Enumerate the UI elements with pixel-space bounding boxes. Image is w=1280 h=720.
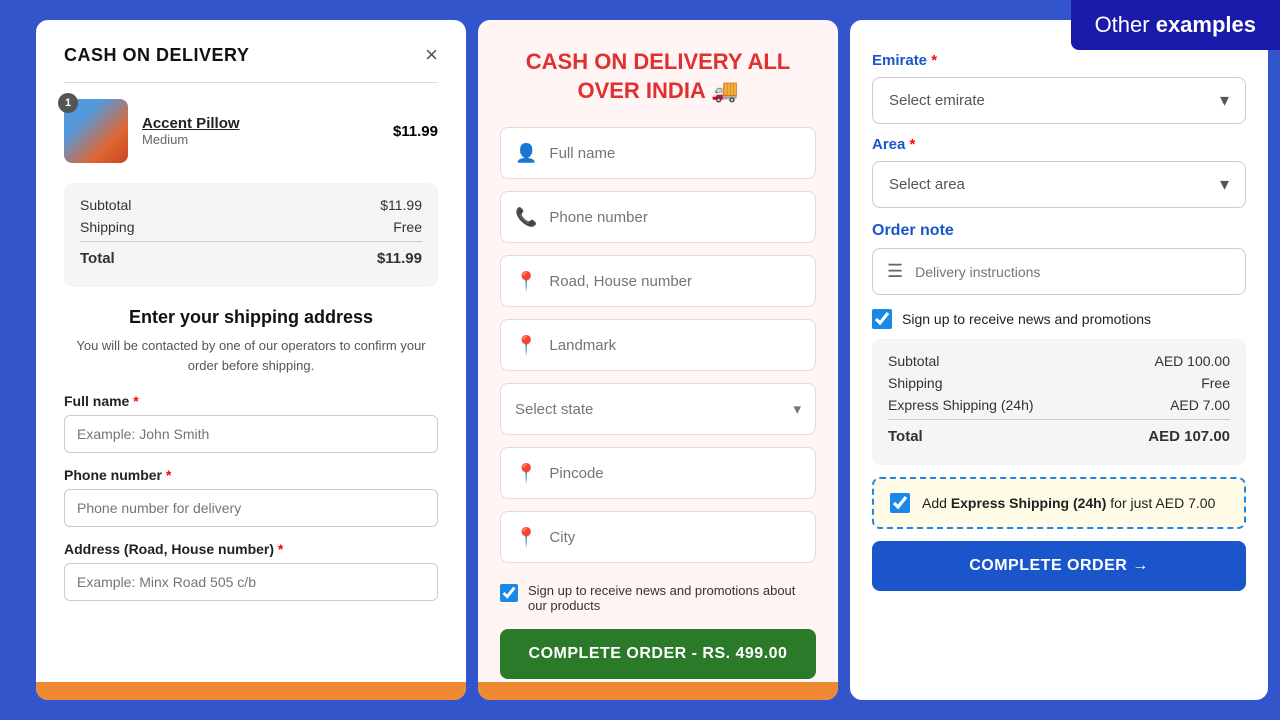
phone-input[interactable] [64, 489, 438, 527]
phone-label: Phone number * [64, 467, 438, 483]
address-input[interactable] [64, 563, 438, 601]
phone-field-group: Phone number * [64, 467, 438, 527]
fullname-field-group: Full name * [64, 393, 438, 453]
middle-signup-label: Sign up to receive news and promotions a… [528, 583, 816, 613]
right-complete-button[interactable]: COMPLETE ORDER → [872, 541, 1246, 591]
address-label: Address (Road, House number) * [64, 541, 438, 557]
right-total-label: Total [888, 428, 923, 445]
express-shipping-box: Add Express Shipping (24h) for just AED … [872, 477, 1246, 529]
fullname-input-row: 👤 [500, 127, 816, 179]
right-shipping-value: Free [1201, 375, 1230, 391]
order-summary: Subtotal $11.99 Shipping Free Total $11.… [64, 183, 438, 287]
middle-city-input[interactable] [549, 529, 801, 546]
middle-landmark-input[interactable] [549, 337, 801, 354]
divider [64, 82, 438, 83]
middle-phone-input[interactable] [549, 209, 801, 226]
express-shipping-checkbox[interactable] [890, 493, 910, 513]
right-shipping-row: Shipping Free [888, 375, 1230, 391]
left-panel: CASH ON DELIVERY × 1 Accent Pillow Mediu… [36, 20, 466, 700]
right-subtotal-value: AED 100.00 [1155, 353, 1231, 369]
right-panel: Emirate * Select emirate ▾ Area * Select… [850, 20, 1268, 700]
total-label: Total [80, 250, 115, 267]
product-badge: 1 [58, 93, 78, 113]
chevron-down-icon: ▾ [793, 400, 801, 418]
banner-text-light: Other [1095, 12, 1156, 37]
city-input-row: 📍 [500, 511, 816, 563]
chevron-down-icon-area: ▾ [1220, 174, 1229, 195]
emirate-select[interactable]: Select emirate ▾ [872, 77, 1246, 124]
emirate-select-label: Select emirate [889, 92, 985, 109]
location-icon-4: 📍 [515, 527, 537, 548]
subtotal-value: $11.99 [380, 197, 422, 213]
right-total-row: Total AED 107.00 [888, 419, 1230, 445]
product-info: Accent Pillow Medium [142, 115, 379, 147]
product-name[interactable]: Accent Pillow [142, 115, 379, 132]
right-express-row: Express Shipping (24h) AED 7.00 [888, 397, 1230, 413]
delivery-input-row: ☰ [872, 248, 1246, 295]
middle-pincode-input[interactable] [549, 465, 801, 482]
total-row: Total $11.99 [80, 241, 422, 267]
right-express-value: AED 7.00 [1170, 397, 1230, 413]
form-section-title: Enter your shipping address [64, 307, 438, 328]
chevron-down-icon-emirate: ▾ [1220, 90, 1229, 111]
banner-text-bold: examples [1156, 12, 1256, 37]
right-subtotal-row: Subtotal AED 100.00 [888, 353, 1230, 369]
middle-complete-button[interactable]: COMPLETE ORDER - Rs. 499.00 [500, 629, 816, 679]
close-button[interactable]: × [425, 44, 438, 66]
middle-panel: CASH ON DELIVERY ALL OVER INDIA 🚚 👤 📞 📍 … [478, 20, 838, 700]
right-shipping-label: Shipping [888, 375, 943, 391]
area-select[interactable]: Select area ▾ [872, 161, 1246, 208]
express-label-suffix: for just AED 7.00 [1106, 495, 1215, 511]
panel-header: CASH ON DELIVERY × [64, 44, 438, 66]
address-field-group: Address (Road, House number) * [64, 541, 438, 601]
state-select-label: Select state [515, 401, 593, 418]
right-signup-label: Sign up to receive news and promotions [902, 311, 1151, 327]
shipping-row: Shipping Free [80, 219, 422, 235]
panel-title: CASH ON DELIVERY [64, 45, 249, 66]
order-note-label: Order note [872, 222, 1246, 240]
middle-road-input[interactable] [549, 273, 801, 290]
right-subtotal-label: Subtotal [888, 353, 939, 369]
location-icon-3: 📍 [515, 463, 537, 484]
shipping-value: Free [393, 219, 422, 235]
right-signup-checkbox[interactable] [872, 309, 892, 329]
other-examples-banner[interactable]: Other examples [1071, 0, 1280, 50]
menu-icon: ☰ [887, 261, 903, 282]
road-input-row: 📍 [500, 255, 816, 307]
middle-signup-row: Sign up to receive news and promotions a… [500, 583, 816, 613]
subtotal-label: Subtotal [80, 197, 131, 213]
middle-signup-checkbox[interactable] [500, 584, 518, 602]
subtotal-row: Subtotal $11.99 [80, 197, 422, 213]
area-select-label: Select area [889, 176, 965, 193]
location-icon-2: 📍 [515, 335, 537, 356]
delivery-instructions-input[interactable] [915, 264, 1231, 280]
product-variant: Medium [142, 132, 379, 147]
product-row: 1 Accent Pillow Medium $11.99 [64, 99, 438, 163]
total-value: $11.99 [377, 250, 422, 267]
shipping-label: Shipping [80, 219, 135, 235]
phone-icon: 📞 [515, 207, 537, 228]
emirate-label: Emirate * [872, 52, 1246, 69]
middle-fullname-input[interactable] [549, 145, 801, 162]
person-icon: 👤 [515, 143, 537, 164]
location-icon-1: 📍 [515, 271, 537, 292]
middle-title: CASH ON DELIVERY ALL OVER INDIA 🚚 [500, 48, 816, 105]
right-order-summary: Subtotal AED 100.00 Shipping Free Expres… [872, 339, 1246, 465]
product-image-wrap: 1 [64, 99, 128, 163]
phone-input-row: 📞 [500, 191, 816, 243]
product-price: $11.99 [393, 123, 438, 140]
right-total-value: AED 107.00 [1148, 428, 1230, 445]
landmark-input-row: 📍 [500, 319, 816, 371]
express-shipping-text: Add Express Shipping (24h) for just AED … [922, 495, 1215, 511]
fullname-label: Full name * [64, 393, 438, 409]
form-section-desc: You will be contacted by one of our oper… [64, 336, 438, 375]
express-label-highlight: Express Shipping (24h) [951, 495, 1107, 511]
state-select[interactable]: Select state ▾ [500, 383, 816, 435]
fullname-input[interactable] [64, 415, 438, 453]
area-label: Area * [872, 136, 1246, 153]
pincode-input-row: 📍 [500, 447, 816, 499]
right-express-label: Express Shipping (24h) [888, 397, 1034, 413]
right-signup-row: Sign up to receive news and promotions [872, 309, 1246, 329]
